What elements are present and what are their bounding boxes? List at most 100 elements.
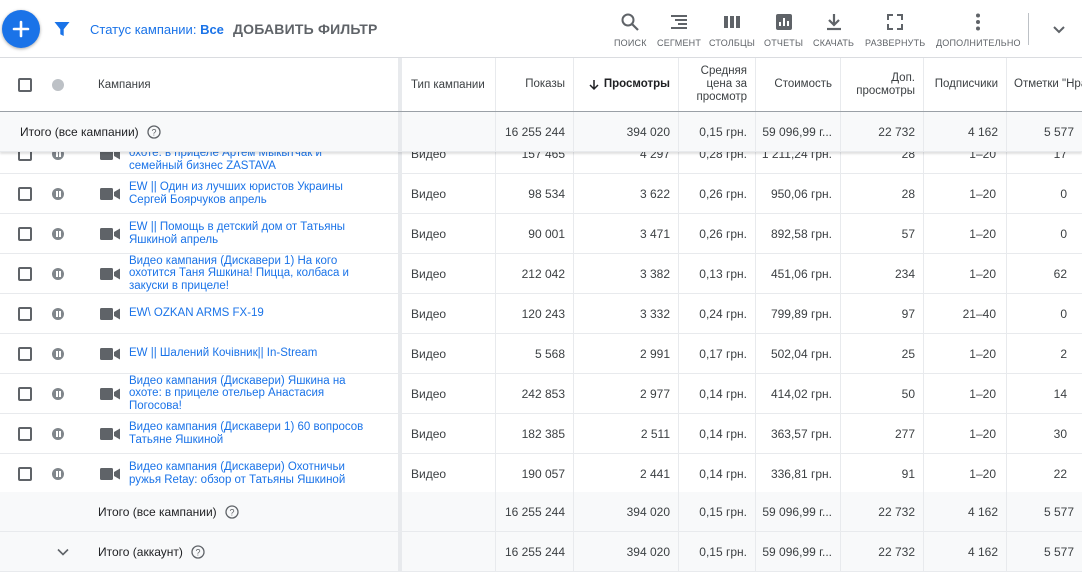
table-row[interactable]: EW\ OZKAN ARMS FX-19 Видео 120 243 3 332… xyxy=(0,294,1082,334)
column-header-extra-views[interactable]: Доп. просмотры xyxy=(841,58,923,111)
row-checkbox[interactable] xyxy=(18,426,32,441)
row-checkbox[interactable] xyxy=(18,466,32,481)
column-header-likes[interactable]: Отметки "Нравится" xyxy=(1014,58,1082,111)
table-header: Кампания Тип кампании Показы Просмотры С… xyxy=(0,58,1082,112)
select-all-checkbox[interactable] xyxy=(18,77,32,92)
segment-icon xyxy=(671,15,688,29)
row-extra-views: 25 xyxy=(901,346,915,361)
summary-extra-views: 22 732 xyxy=(878,504,915,519)
segment-button-label: СЕГМЕНТ xyxy=(657,38,702,48)
row-views: 3 332 xyxy=(639,306,670,321)
column-header-views[interactable]: Просмотры xyxy=(574,58,678,111)
campaign-name-link[interactable]: Видео кампания (Дискавери) Охотничьи руж… xyxy=(129,461,369,486)
row-subscribers: 1–20 xyxy=(969,186,996,201)
more-icon xyxy=(976,13,981,31)
more-button-label: ДОПОЛНИТЕЛЬНО xyxy=(936,38,1021,48)
row-checkbox[interactable] xyxy=(18,346,32,361)
segment-button[interactable]: СЕГМЕНТ xyxy=(657,12,701,48)
row-impressions: 242 853 xyxy=(521,386,565,401)
more-button[interactable]: ДОПОЛНИТЕЛЬНО xyxy=(936,12,1021,48)
row-extra-views: 28 xyxy=(901,152,915,161)
summary-row-account: Итого (аккаунт) ? 16 255 244 394 020 0,1… xyxy=(0,532,1082,572)
column-header-cost[interactable]: Стоимость xyxy=(756,58,840,111)
summary-row-campaigns: Итого (все кампании) ? 16 255 244 394 02… xyxy=(0,492,1082,532)
campaign-name-link[interactable]: Видео кампания (Дискавери 1) На кого охо… xyxy=(129,255,369,293)
column-header-type[interactable]: Тип кампании xyxy=(411,58,485,111)
campaign-name-link[interactable]: EW || Шалений Кочівник|| In-Stream xyxy=(129,347,317,360)
summary-label: Итого (аккаунт) xyxy=(98,544,183,559)
row-avg-cpv: 0,26 грн. xyxy=(699,186,747,201)
campaign-name-link[interactable]: EW\ OZKAN ARMS FX-19 xyxy=(129,307,264,320)
row-extra-views: 28 xyxy=(901,186,915,201)
chevron-down-icon[interactable] xyxy=(1050,20,1068,38)
table-row[interactable]: Видео кампания (Дискавери) Охотничьи руж… xyxy=(0,454,1082,494)
column-header-campaign[interactable]: Кампания xyxy=(98,58,151,111)
help-icon[interactable]: ? xyxy=(147,124,161,139)
summary-cost: 59 096,99 г... xyxy=(762,504,832,519)
campaign-type: Видео xyxy=(411,346,447,361)
download-button-label: СКАЧАТЬ xyxy=(813,38,855,48)
table-row[interactable]: EW || Шалений Кочівник|| In-Stream Видео… xyxy=(0,334,1082,374)
table-row[interactable]: охоте: в прицеле Артем Мыкытчак и семейн… xyxy=(0,152,1082,174)
summary-impressions: 16 255 244 xyxy=(504,124,565,139)
row-views: 2 991 xyxy=(639,346,670,361)
reports-button[interactable]: ОТЧЕТЫ xyxy=(764,12,803,48)
row-subscribers: 1–20 xyxy=(969,346,996,361)
chevron-down-icon[interactable] xyxy=(55,544,71,560)
row-likes: 14 xyxy=(1053,386,1067,401)
campaign-name-link[interactable]: Видео кампания (Дискавери) Яшкина на охо… xyxy=(129,375,369,413)
row-cost: 336,81 грн. xyxy=(770,466,832,481)
table-row[interactable]: Видео кампания (Дискавери 1) 60 вопросов… xyxy=(0,414,1082,454)
row-checkbox[interactable] xyxy=(18,306,32,321)
help-icon[interactable]: ? xyxy=(225,504,239,519)
summary-avg-cpv: 0,15 грн. xyxy=(699,544,747,559)
column-header-subscribers[interactable]: Подписчики xyxy=(924,58,1006,111)
campaign-type: Видео xyxy=(411,152,447,161)
campaign-name-link[interactable]: охоте: в прицеле Артем Мыкытчак и семейн… xyxy=(129,152,369,172)
expand-button[interactable]: РАЗВЕРНУТЬ xyxy=(865,12,925,48)
create-campaign-button[interactable] xyxy=(2,10,40,48)
row-checkbox[interactable] xyxy=(18,386,32,401)
campaign-name-link[interactable]: EW || Помощь в детский дом от Татьяны Яш… xyxy=(129,221,369,246)
expand-button-label: РАЗВЕРНУТЬ xyxy=(865,38,926,48)
paused-status-icon xyxy=(52,227,64,240)
campaign-type: Видео xyxy=(411,266,447,281)
search-button[interactable]: ПОИСК xyxy=(614,12,647,48)
table-row[interactable]: Видео кампания (Дискавери 1) На кого охо… xyxy=(0,254,1082,294)
summary-subscribers: 4 162 xyxy=(967,504,998,519)
row-extra-views: 277 xyxy=(894,426,915,441)
row-extra-views: 97 xyxy=(901,306,915,321)
column-header-avg-cpv[interactable]: Средняя цена за просмотр xyxy=(679,58,755,111)
summary-cost: 59 096,99 г... xyxy=(762,124,832,139)
row-impressions: 98 534 xyxy=(528,186,565,201)
row-checkbox[interactable] xyxy=(18,152,32,161)
table-row[interactable]: EW || Помощь в детский дом от Татьяны Яш… xyxy=(0,214,1082,254)
campaign-name-link[interactable]: EW || Один из лучших юристов Украины Сер… xyxy=(129,181,369,206)
help-icon[interactable]: ? xyxy=(191,544,205,559)
columns-button[interactable]: СТОЛБЦЫ xyxy=(709,12,755,48)
paused-status-icon xyxy=(52,347,64,360)
table-row[interactable]: Видео кампания (Дискавери) Яшкина на охо… xyxy=(0,374,1082,414)
campaign-name-link[interactable]: Видео кампания (Дискавери 1) 60 вопросов… xyxy=(129,421,369,446)
summary-subscribers: 4 162 xyxy=(967,544,998,559)
row-likes: 0 xyxy=(1060,306,1067,321)
row-checkbox[interactable] xyxy=(18,266,32,281)
table-row[interactable]: EW || Один из лучших юристов Украины Сер… xyxy=(0,174,1082,214)
row-cost: 414,02 грн. xyxy=(770,386,832,401)
add-filter-button[interactable]: ДОБАВИТЬ ФИЛЬТР xyxy=(233,21,378,37)
download-button[interactable]: СКАЧАТЬ xyxy=(813,12,854,48)
row-checkbox[interactable] xyxy=(18,226,32,241)
row-subscribers: 21–40 xyxy=(962,306,996,321)
status-column-icon xyxy=(52,78,64,91)
row-avg-cpv: 0,14 грн. xyxy=(699,466,747,481)
summary-extra-views: 22 732 xyxy=(878,544,915,559)
row-likes: 30 xyxy=(1053,426,1067,441)
summary-likes: 5 577 xyxy=(1043,504,1074,519)
summary-extra-views: 22 732 xyxy=(878,124,915,139)
row-checkbox[interactable] xyxy=(18,186,32,201)
filter-icon[interactable] xyxy=(53,20,71,38)
column-header-impressions[interactable]: Показы xyxy=(496,58,573,111)
row-avg-cpv: 0,17 грн. xyxy=(699,346,747,361)
status-filter-chip[interactable]: Статус кампании: Все xyxy=(90,22,224,37)
campaign-type: Видео xyxy=(411,466,447,481)
